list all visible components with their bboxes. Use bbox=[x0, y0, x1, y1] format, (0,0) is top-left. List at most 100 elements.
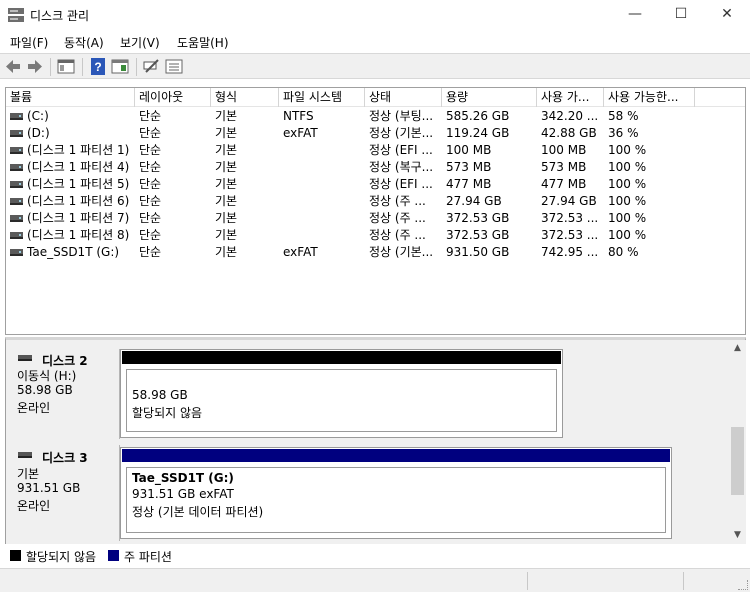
volume-layout: 단순 bbox=[139, 126, 162, 140]
volume-filesystem bbox=[283, 176, 363, 193]
partition-size-filesystem: 931.51 GB exFAT bbox=[132, 487, 234, 501]
table-row[interactable]: Tae_SSD1T (G:) 단순 기본 exFAT 정상 (기본... 931… bbox=[6, 244, 745, 261]
volume-free-space: 342.20 ... bbox=[541, 109, 599, 123]
disk-3-size: 931.51 GB bbox=[17, 481, 81, 495]
volume-layout: 단순 bbox=[139, 211, 162, 225]
drive-icon bbox=[10, 147, 23, 154]
volume-name: (디스크 1 파티션 8) bbox=[27, 228, 130, 242]
scroll-up-icon[interactable]: ▲ bbox=[729, 340, 746, 357]
table-row[interactable]: (D:) 단순 기본 exFAT 정상 (기본... 119.24 GB 42.… bbox=[6, 125, 745, 142]
volume-list-header: 볼륨 레이아웃 형식 파일 시스템 상태 용량 사용 가... 사용 가능한..… bbox=[6, 88, 745, 107]
volume-percent-free: 80 % bbox=[608, 245, 639, 259]
volume-status: 정상 (EFI ... bbox=[369, 143, 433, 157]
menu-bar: 파일(F) 동작(A) 보기(V) 도움말(H) bbox=[0, 30, 750, 52]
toolbar-separator bbox=[82, 58, 83, 76]
drive-icon bbox=[10, 164, 23, 171]
volume-type: 기본 bbox=[215, 160, 238, 174]
disk-2-unallocated-region[interactable]: 58.98 GB 할당되지 않음 bbox=[120, 349, 563, 438]
volume-capacity: 100 MB bbox=[446, 143, 492, 157]
scroll-down-icon[interactable]: ▼ bbox=[729, 527, 746, 544]
connect-icon[interactable] bbox=[142, 58, 160, 75]
vertical-scrollbar[interactable]: ▲ ▼ bbox=[729, 340, 746, 544]
table-row[interactable]: (디스크 1 파티션 7) 단순 기본 정상 (주 ... 372.53 GB … bbox=[6, 210, 745, 227]
volume-capacity: 27.94 GB bbox=[446, 194, 502, 208]
disk-3-label[interactable]: 디스크 3 기본 931.51 GB 온라인 bbox=[8, 445, 120, 541]
disk-2-type: 이동식 (H:) bbox=[17, 369, 77, 383]
status-bar-divider bbox=[683, 572, 684, 590]
volume-type: 기본 bbox=[215, 228, 238, 242]
volume-percent-free: 100 % bbox=[608, 194, 647, 208]
disk-icon bbox=[18, 355, 32, 361]
maximize-button[interactable]: ☐ bbox=[658, 0, 704, 30]
volume-status: 정상 (복구... bbox=[369, 160, 434, 174]
volume-status: 정상 (기본... bbox=[369, 126, 434, 140]
column-header-volume[interactable]: 볼륨 bbox=[6, 88, 135, 107]
volume-type: 기본 bbox=[215, 211, 238, 225]
volume-free-space: 372.53 ... bbox=[541, 211, 599, 225]
table-row[interactable]: (디스크 1 파티션 4) 단순 기본 정상 (복구... 573 MB 573… bbox=[6, 159, 745, 176]
disk-graphical-view[interactable]: 디스크 2 이동식 (H:) 58.98 GB 온라인 58.98 GB 할당되… bbox=[5, 337, 746, 544]
table-row[interactable]: (디스크 1 파티션 8) 단순 기본 정상 (주 ... 372.53 GB … bbox=[6, 227, 745, 244]
volume-percent-free: 100 % bbox=[608, 228, 647, 242]
status-bar-divider bbox=[527, 572, 528, 590]
volume-name: (D:) bbox=[27, 126, 50, 140]
properties-icon[interactable] bbox=[111, 58, 129, 75]
scrollbar-thumb[interactable] bbox=[731, 427, 744, 495]
volume-status: 정상 (주 ... bbox=[369, 228, 426, 242]
close-button[interactable]: ✕ bbox=[704, 0, 750, 30]
disk-3-name: 디스크 3 bbox=[42, 451, 88, 465]
volume-layout: 단순 bbox=[139, 245, 162, 259]
volume-status: 정상 (주 ... bbox=[369, 194, 426, 208]
legend-unallocated-label: 할당되지 않음 bbox=[26, 550, 97, 564]
column-header-type[interactable]: 형식 bbox=[211, 88, 279, 107]
window-title: 디스크 관리 bbox=[30, 9, 90, 23]
disk-2-size: 58.98 GB bbox=[17, 383, 73, 397]
console-tree-icon[interactable] bbox=[57, 58, 75, 75]
volume-type: 기본 bbox=[215, 245, 238, 259]
disk-3-partition-region[interactable]: Tae_SSD1T (G:) 931.51 GB exFAT 정상 (기본 데이… bbox=[120, 447, 672, 539]
volume-filesystem: exFAT bbox=[283, 245, 318, 259]
table-row[interactable]: (디스크 1 파티션 1) 단순 기본 정상 (EFI ... 100 MB 1… bbox=[6, 142, 745, 159]
menu-action[interactable]: 동작(A) bbox=[64, 34, 104, 51]
partition-details: Tae_SSD1T (G:) 931.51 GB exFAT 정상 (기본 데이… bbox=[126, 467, 666, 533]
column-header-status[interactable]: 상태 bbox=[365, 88, 442, 107]
volume-layout: 단순 bbox=[139, 228, 162, 242]
column-header-free-space[interactable]: 사용 가... bbox=[537, 88, 604, 107]
primary-partition-swatch bbox=[108, 550, 119, 561]
resize-grip-icon[interactable] bbox=[738, 580, 748, 590]
drive-icon bbox=[10, 113, 23, 120]
volume-name: (디스크 1 파티션 6) bbox=[27, 194, 130, 208]
table-row[interactable]: (C:) 단순 기본 NTFS 정상 (부팅... 585.26 GB 342.… bbox=[6, 108, 745, 125]
menu-file[interactable]: 파일(F) bbox=[10, 34, 48, 51]
disk-2-label[interactable]: 디스크 2 이동식 (H:) 58.98 GB 온라인 bbox=[8, 349, 120, 439]
menu-view[interactable]: 보기(V) bbox=[120, 34, 160, 51]
volume-capacity: 585.26 GB bbox=[446, 109, 510, 123]
table-row[interactable]: (디스크 1 파티션 5) 단순 기본 정상 (EFI ... 477 MB 4… bbox=[6, 176, 745, 193]
volume-free-space: 477 MB bbox=[541, 177, 587, 191]
column-header-capacity[interactable]: 용량 bbox=[442, 88, 537, 107]
forward-arrow-icon[interactable] bbox=[26, 58, 44, 75]
volume-free-space: 372.53 ... bbox=[541, 228, 599, 242]
volume-capacity: 372.53 GB bbox=[446, 211, 510, 225]
partition-details: 58.98 GB 할당되지 않음 bbox=[126, 369, 557, 432]
volume-capacity: 477 MB bbox=[446, 177, 492, 191]
back-arrow-icon[interactable] bbox=[4, 58, 22, 75]
toolbar-separator bbox=[136, 58, 137, 76]
volume-list-icon[interactable] bbox=[165, 58, 183, 75]
minimize-button[interactable]: — bbox=[612, 0, 658, 30]
title-bar: 디스크 관리 — ☐ ✕ bbox=[0, 0, 750, 30]
table-row[interactable]: (디스크 1 파티션 6) 단순 기본 정상 (주 ... 27.94 GB 2… bbox=[6, 193, 745, 210]
menu-help[interactable]: 도움말(H) bbox=[177, 34, 229, 51]
column-header-layout[interactable]: 레이아웃 bbox=[135, 88, 211, 107]
volume-capacity: 573 MB bbox=[446, 160, 492, 174]
column-header-percent-free[interactable]: 사용 가능한... bbox=[604, 88, 695, 107]
partition-state: 정상 (기본 데이터 파티션) bbox=[132, 505, 264, 519]
volume-name: Tae_SSD1T (G:) bbox=[27, 245, 120, 259]
volume-list[interactable]: 볼륨 레이아웃 형식 파일 시스템 상태 용량 사용 가... 사용 가능한..… bbox=[5, 87, 746, 335]
volume-percent-free: 36 % bbox=[608, 126, 639, 140]
column-header-filesystem[interactable]: 파일 시스템 bbox=[279, 88, 365, 107]
disk-icon bbox=[18, 452, 32, 458]
toolbar: ? bbox=[0, 53, 750, 79]
volume-type: 기본 bbox=[215, 109, 238, 123]
help-icon[interactable]: ? bbox=[89, 58, 107, 75]
